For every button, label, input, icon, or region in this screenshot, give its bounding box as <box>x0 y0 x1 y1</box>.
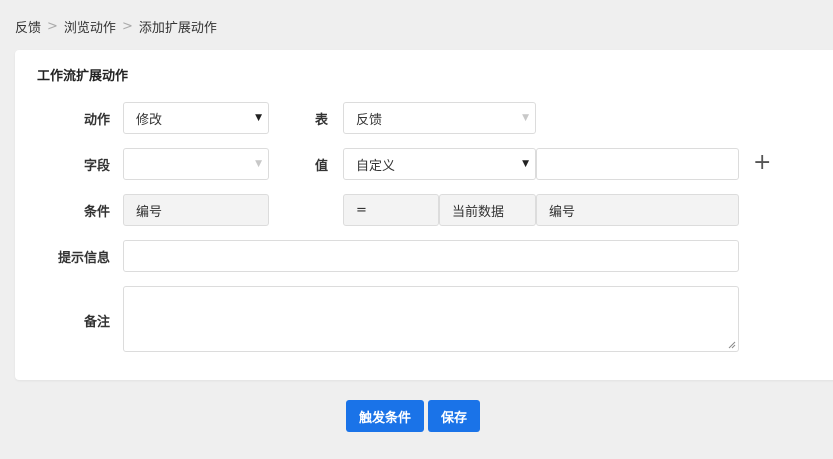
action-select-value: 修改 <box>136 112 163 128</box>
field-label: 字段 <box>83 159 110 174</box>
condition-source: 当前数据 <box>439 194 536 226</box>
action-label: 动作 <box>83 113 110 128</box>
action-select[interactable]: 修改 ▼ <box>123 102 269 134</box>
plus-icon[interactable]: + <box>753 152 771 174</box>
value-mode-select-value: 自定义 <box>356 158 396 174</box>
trigger-condition-button[interactable]: 触发条件 <box>346 400 424 432</box>
remark-textarea[interactable] <box>123 286 739 352</box>
caret-down-icon: ▼ <box>255 159 262 169</box>
breadcrumb-item-browse-action[interactable]: 浏览动作 <box>64 17 116 36</box>
condition-operator: = <box>343 194 439 226</box>
condition-label: 条件 <box>83 205 110 220</box>
caret-down-icon: ▼ <box>255 113 262 123</box>
resize-handle-icon[interactable] <box>728 341 736 349</box>
hint-label: 提示信息 <box>57 251 110 266</box>
hint-input[interactable] <box>123 240 739 272</box>
breadcrumb-item-add-extension: 添加扩展动作 <box>138 21 217 36</box>
caret-down-icon: ▼ <box>522 159 529 169</box>
table-select[interactable]: 反馈 ▼ <box>343 102 536 134</box>
table-label: 表 <box>314 113 328 128</box>
value-mode-select[interactable]: 自定义 ▼ <box>343 148 536 180</box>
panel-title: 工作流扩展动作 <box>37 69 129 84</box>
save-button[interactable]: 保存 <box>428 400 480 432</box>
form-panel: 工作流扩展动作 动作 修改 ▼ 表 反馈 ▼ 字段 ▼ 值 自定义 ▼ + 条件… <box>15 50 833 380</box>
breadcrumb-separator: > <box>121 19 133 34</box>
field-select[interactable]: ▼ <box>123 148 269 180</box>
condition-right-field: 编号 <box>536 194 739 226</box>
caret-down-icon: ▼ <box>522 113 529 123</box>
breadcrumb: 反馈 > 浏览动作 > 添加扩展动作 <box>15 17 217 36</box>
condition-left-field: 编号 <box>123 194 269 226</box>
table-select-value: 反馈 <box>356 112 383 128</box>
remark-label: 备注 <box>83 315 110 330</box>
value-label: 值 <box>314 159 328 174</box>
value-input[interactable] <box>536 148 739 180</box>
breadcrumb-item-feedback[interactable]: 反馈 <box>15 17 41 36</box>
breadcrumb-separator: > <box>47 19 58 34</box>
